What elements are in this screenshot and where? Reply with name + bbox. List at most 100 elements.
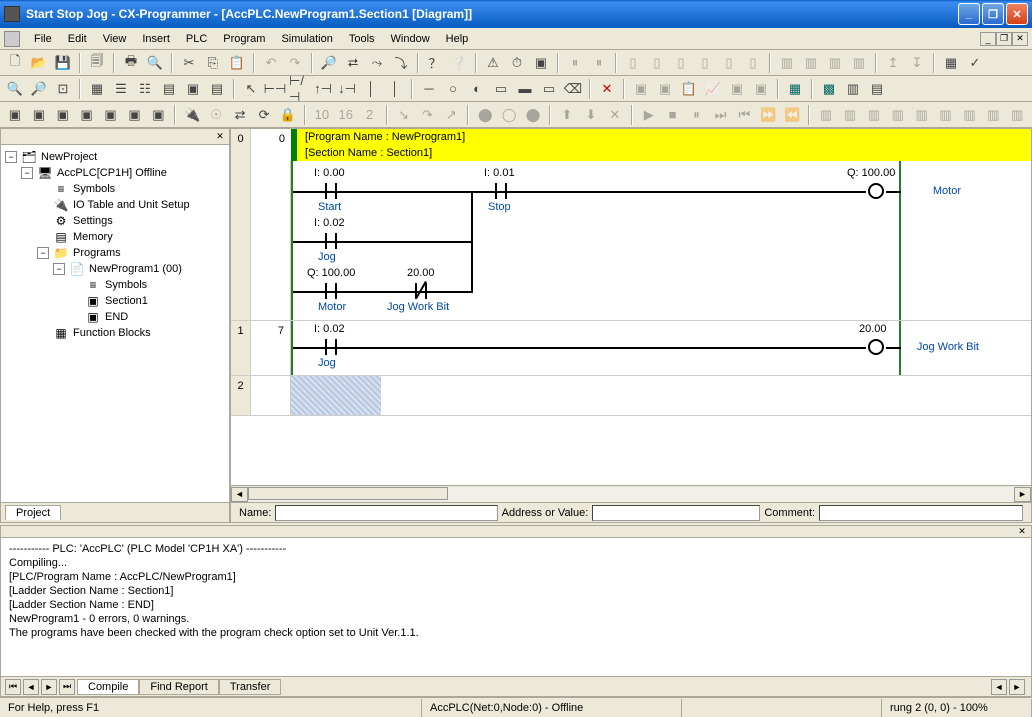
open-icon[interactable]: 📂 [28, 52, 50, 74]
align-b-icon[interactable]: ▯ [718, 52, 740, 74]
transfer-dn-icon[interactable]: ↧ [906, 52, 928, 74]
radix16-icon[interactable]: 16 [335, 104, 357, 126]
g5-icon[interactable]: ▥ [911, 104, 933, 126]
force-clr-icon[interactable]: ✕ [604, 104, 626, 126]
rung0-content[interactable]: I: 0.00 Start I: 0.01 Stop I: 0.02 Jog Q… [291, 161, 1031, 320]
section-icon[interactable]: ▦ [784, 78, 806, 100]
verify-icon[interactable]: ✓ [964, 52, 986, 74]
align-c-icon[interactable]: ▯ [646, 52, 668, 74]
view2-icon[interactable]: ▣ [28, 104, 50, 126]
step-in-icon[interactable]: ↘ [393, 104, 415, 126]
ladder-hscroll[interactable]: ◄ ► [231, 485, 1031, 502]
contact-jogworkbit-nc[interactable] [411, 283, 431, 299]
view5-icon[interactable]: ▣ [100, 104, 122, 126]
output-body[interactable]: ----------- PLC: 'AccPLC' (PLC Model 'CP… [1, 538, 1031, 676]
menu-simulation[interactable]: Simulation [273, 31, 340, 47]
address-icon[interactable]: ☷ [134, 78, 156, 100]
instr-icon[interactable]: ▭ [490, 78, 512, 100]
ff-icon[interactable]: ⏩ [757, 104, 779, 126]
xref-icon[interactable]: ▦ [940, 52, 962, 74]
contact-start[interactable] [321, 183, 341, 199]
output-close-icon[interactable]: ✕ [1015, 526, 1029, 537]
transfer-up-icon[interactable]: ↥ [882, 52, 904, 74]
view7-icon[interactable]: ▣ [147, 104, 169, 126]
step-over-icon[interactable]: ↷ [417, 104, 439, 126]
plc-sim-icon[interactable]: ▣ [530, 52, 552, 74]
force-icon[interactable]: ▣ [654, 78, 676, 100]
rung2-end[interactable] [291, 376, 381, 415]
nextref-icon[interactable]: ⤵ [390, 52, 412, 74]
tree-prog-symbols[interactable]: ≡Symbols [5, 277, 225, 293]
run-icon[interactable]: ▶ [638, 104, 660, 126]
contact-jog[interactable] [321, 233, 341, 249]
g1-icon[interactable]: ▥ [815, 104, 837, 126]
tree-plc[interactable]: −🖥AccPLC[CP1H] Offline [5, 165, 225, 181]
tree-io[interactable]: 🔌IO Table and Unit Setup [5, 197, 225, 213]
g9-icon[interactable]: ▥ [1006, 104, 1028, 126]
radix10-icon[interactable]: 10 [311, 104, 333, 126]
tree-newprogram[interactable]: −📄NewProgram1 (00) [5, 261, 225, 277]
tab-first-icon[interactable]: ⏮ [5, 679, 21, 695]
view4-icon[interactable]: ▣ [76, 104, 98, 126]
align-r-icon[interactable]: ▯ [670, 52, 692, 74]
fb-icon[interactable]: ▣ [182, 78, 204, 100]
align-l-icon[interactable]: ▯ [622, 52, 644, 74]
watch-icon[interactable]: ▣ [630, 78, 652, 100]
menu-window[interactable]: Window [383, 31, 438, 47]
rw-icon[interactable]: ⏪ [781, 104, 803, 126]
menu-program[interactable]: Program [215, 31, 273, 47]
compare-icon[interactable]: ⇄ [229, 104, 251, 126]
force-off-icon[interactable]: ⬇ [580, 104, 602, 126]
ladder-mon2-icon[interactable]: ▥ [800, 52, 822, 74]
menu-insert[interactable]: Insert [134, 31, 178, 47]
g4-icon[interactable]: ▥ [887, 104, 909, 126]
del-icon[interactable]: ✕ [596, 78, 618, 100]
tab-transfer[interactable]: Transfer [219, 679, 282, 695]
func-icon[interactable]: ▬ [514, 78, 536, 100]
mdi-icon[interactable] [4, 31, 20, 47]
close-button[interactable]: ✕ [1006, 3, 1028, 25]
coil-icon[interactable]: ○ [442, 78, 464, 100]
menu-tools[interactable]: Tools [341, 31, 383, 47]
zoomfit-icon[interactable]: ⊡ [52, 78, 74, 100]
contact-up-icon[interactable]: ↑⊣ [312, 78, 334, 100]
err-icon[interactable]: ▣ [750, 78, 772, 100]
menu-help[interactable]: Help [438, 31, 477, 47]
tab-compile[interactable]: Compile [77, 679, 139, 695]
break-clear-icon[interactable]: ◯ [498, 104, 520, 126]
scroll-left-icon[interactable]: ◄ [231, 487, 248, 502]
undo-icon[interactable]: ↶ [260, 52, 282, 74]
monitor-icon[interactable]: ☉ [205, 104, 227, 126]
contact-nc-icon[interactable]: ⊢/⊣ [288, 78, 310, 100]
contact-stop[interactable] [491, 183, 511, 199]
step-out-icon[interactable]: ↗ [440, 104, 462, 126]
menu-plc[interactable]: PLC [178, 31, 215, 47]
tab-prev-icon[interactable]: ◄ [23, 679, 39, 695]
out-scroll-left-icon[interactable]: ◄ [991, 679, 1007, 695]
strip-name-input[interactable] [275, 505, 497, 521]
tree-root[interactable]: −🗂NewProject [5, 149, 225, 165]
cut-icon[interactable]: ✂ [178, 52, 200, 74]
context-help-icon[interactable]: ？ [424, 52, 446, 74]
rung1-content[interactable]: I: 0.02 Jog 20.00 Jog Work Bit [291, 321, 1031, 375]
eraser-icon[interactable]: ⌫ [562, 78, 584, 100]
mdi-close[interactable]: ✕ [1012, 32, 1028, 46]
pause2-icon[interactable]: ⏸ [588, 52, 610, 74]
contact-no-icon[interactable]: ⊢⊣ [264, 78, 286, 100]
coil-set-icon[interactable]: ◐ [466, 78, 488, 100]
tree-functionblocks[interactable]: ▦Function Blocks [5, 325, 225, 341]
tree-programs[interactable]: −📁Programs [5, 245, 225, 261]
break-icon[interactable]: ⬤ [474, 104, 496, 126]
menu-view[interactable]: View [95, 31, 135, 47]
zoomin-icon[interactable]: 🔍 [4, 78, 26, 100]
online-icon[interactable]: 🔌 [181, 104, 203, 126]
tree-tab-project[interactable]: Project [5, 505, 61, 520]
list-icon[interactable]: ▤ [206, 78, 228, 100]
paste-icon[interactable]: 📋 [226, 52, 248, 74]
tab-last-icon[interactable]: ⏭ [59, 679, 75, 695]
vert-dn-icon[interactable]: │ [384, 78, 406, 100]
stop-icon[interactable]: ■ [662, 104, 684, 126]
replace-icon[interactable]: ⮂ [342, 52, 364, 74]
iomap-icon[interactable]: 📋 [678, 78, 700, 100]
fb-call-icon[interactable]: ▭ [538, 78, 560, 100]
